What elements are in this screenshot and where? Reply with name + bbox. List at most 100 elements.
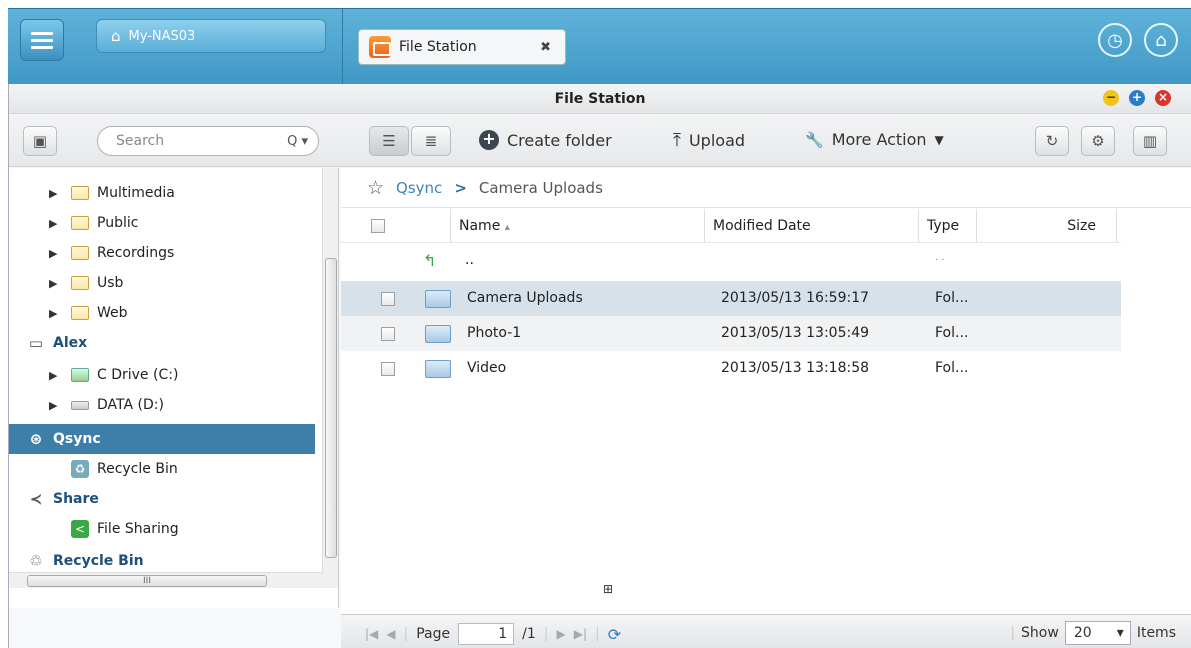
scroll-thumb[interactable]: III <box>27 575 267 587</box>
tree-item-label: Public <box>97 215 139 231</box>
table-row-parent[interactable]: ↰ .. · · <box>341 243 1121 279</box>
page-input[interactable]: 1 <box>458 623 515 645</box>
column-modified-date[interactable]: Modified Date <box>705 208 919 243</box>
tree-item-file-sharing[interactable]: < File Sharing <box>9 514 315 544</box>
page-size-select[interactable]: 20 ▾ <box>1064 621 1131 645</box>
table-header: Name ▴ Modified Date Type Size <box>341 208 1121 243</box>
row-modified: 2013/05/13 13:18:58 <box>721 360 870 376</box>
tree-group-qsync[interactable]: ⊛ Qsync <box>9 424 315 454</box>
file-station-window: File Station − + × ▣ Search Q ▾ ☰ ≣ + Cr… <box>8 84 1191 648</box>
expand-arrow-icon[interactable]: ▶ <box>49 399 63 412</box>
tree-item-label: Recycle Bin <box>97 461 178 477</box>
breadcrumb-root[interactable]: Qsync <box>396 179 442 197</box>
drive-icon <box>71 400 89 410</box>
panel-toggle-button[interactable]: ▥ <box>1133 126 1167 156</box>
folder-icon <box>71 186 89 200</box>
upload-button[interactable]: ⤒ Upload <box>673 130 745 151</box>
tree-item-web[interactable]: ▶ Web <box>9 298 315 328</box>
tree-item-multimedia[interactable]: ▶ Multimedia <box>9 178 315 208</box>
tree-item-c-drive[interactable]: ▶ C Drive (C:) <box>9 360 315 390</box>
device-icon[interactable]: ⌂ <box>1144 23 1178 57</box>
first-page-icon[interactable]: |◀ <box>365 627 378 641</box>
scroll-thumb[interactable] <box>325 258 337 558</box>
tree-item-recordings[interactable]: ▶ Recordings <box>9 238 315 268</box>
expand-arrow-icon[interactable]: ▶ <box>49 307 63 320</box>
column-type[interactable]: Type <box>919 208 977 243</box>
expand-arrow-icon[interactable]: ▶ <box>49 217 63 230</box>
sort-asc-icon: ▴ <box>504 221 510 233</box>
folder-icon <box>425 290 451 308</box>
home-icon: ⌂ <box>111 27 121 45</box>
star-icon[interactable]: ☆ <box>367 177 384 199</box>
recycle-bin-icon: ♻ <box>71 460 89 478</box>
column-name[interactable]: Name ▴ <box>451 208 705 243</box>
row-checkbox[interactable] <box>381 362 395 376</box>
select-all-column <box>341 208 451 243</box>
close-window-icon[interactable]: × <box>1155 90 1171 106</box>
tree-item-label: Multimedia <box>97 185 175 201</box>
file-station-icon <box>369 36 391 58</box>
nas-home-tab[interactable]: ⌂ My-NAS03 <box>96 19 326 53</box>
row-type: Fol... <box>935 325 969 341</box>
tree-item-label: Usb <box>97 275 124 291</box>
search-icon[interactable]: Q ▾ <box>287 134 308 149</box>
sidebar-toggle-button[interactable]: ▣ <box>23 126 57 156</box>
toolbar: ▣ Search Q ▾ ☰ ≣ + Create folder ⤒ Uploa… <box>9 115 1191 167</box>
table-row[interactable]: Photo-1 2013/05/13 13:05:49 Fol... <box>341 316 1121 351</box>
breadcrumb-separator: > <box>454 178 467 197</box>
minimize-icon[interactable]: − <box>1103 90 1119 106</box>
tree-item-qsync-recycle-bin[interactable]: ♻ Recycle Bin <box>9 454 315 484</box>
file-sharing-icon: < <box>71 520 89 538</box>
hamburger-icon <box>31 30 53 51</box>
close-tab-icon[interactable]: ✖ <box>540 40 551 55</box>
expand-arrow-icon[interactable]: ▶ <box>49 247 63 260</box>
expand-arrow-icon[interactable]: ▶ <box>49 277 63 290</box>
expand-arrow-icon[interactable]: ▶ <box>49 369 63 382</box>
tree-group-label: Share <box>53 491 99 507</box>
tree-vertical-scrollbar[interactable] <box>322 168 338 588</box>
tree-item-public[interactable]: ▶ Public <box>9 208 315 238</box>
list-view-button[interactable]: ☰ <box>369 126 409 156</box>
tree-horizontal-scrollbar[interactable]: III <box>9 572 323 588</box>
next-page-icon[interactable]: ▶ <box>556 627 565 641</box>
folder-icon <box>71 306 89 320</box>
detail-view-button[interactable]: ≣ <box>411 126 451 156</box>
main-menu-button[interactable] <box>20 19 64 61</box>
caret-down-icon: ▼ <box>934 132 944 147</box>
tree-item-data-drive[interactable]: ▶ DATA (D:) <box>9 390 315 420</box>
refresh-page-icon[interactable]: ⟳ <box>608 625 621 644</box>
folder-icon <box>71 246 89 260</box>
expand-arrow-icon[interactable]: ▶ <box>49 187 63 200</box>
window-controls: − + × <box>1103 90 1171 106</box>
maximize-icon[interactable]: + <box>1129 90 1145 106</box>
settings-button[interactable]: ⚙ <box>1081 126 1115 156</box>
file-station-app-tab[interactable]: File Station ✖ <box>358 29 566 65</box>
refresh-button[interactable]: ↻ <box>1035 126 1069 156</box>
upload-label: Upload <box>688 131 746 150</box>
parent-dir-type: · · <box>935 255 945 266</box>
page-label: Page <box>416 626 451 642</box>
tree-group-alex[interactable]: ▭ Alex <box>9 328 315 358</box>
row-type: Fol... <box>935 360 969 376</box>
tree-group-label: Qsync <box>53 431 101 447</box>
last-page-icon[interactable]: ▶| <box>574 627 587 641</box>
row-name: Video <box>467 360 507 376</box>
row-checkbox[interactable] <box>381 327 395 341</box>
qsync-icon: ⊛ <box>29 430 43 448</box>
row-checkbox[interactable] <box>381 292 395 306</box>
drive-icon <box>71 368 89 382</box>
select-all-checkbox[interactable] <box>371 218 385 233</box>
table-row[interactable]: Camera Uploads 2013/05/13 16:59:17 Fol..… <box>341 281 1121 316</box>
search-input[interactable]: Search Q ▾ <box>97 126 319 156</box>
background-task-icon[interactable]: ◷ <box>1098 23 1132 57</box>
items-label: Items <box>1136 625 1176 641</box>
create-folder-button[interactable]: + Create folder <box>479 130 612 150</box>
more-action-button[interactable]: 🔧 More Action ▼ <box>805 130 944 149</box>
table-row[interactable]: Video 2013/05/13 13:18:58 Fol... <box>341 351 1121 386</box>
window-title: File Station <box>554 91 646 107</box>
nas-name: My-NAS03 <box>128 28 196 44</box>
tree-item-usb[interactable]: ▶ Usb <box>9 268 315 298</box>
column-size[interactable]: Size <box>977 208 1117 243</box>
tree-group-share[interactable]: ≺ Share <box>9 484 315 514</box>
prev-page-icon[interactable]: ◀ <box>386 627 395 641</box>
